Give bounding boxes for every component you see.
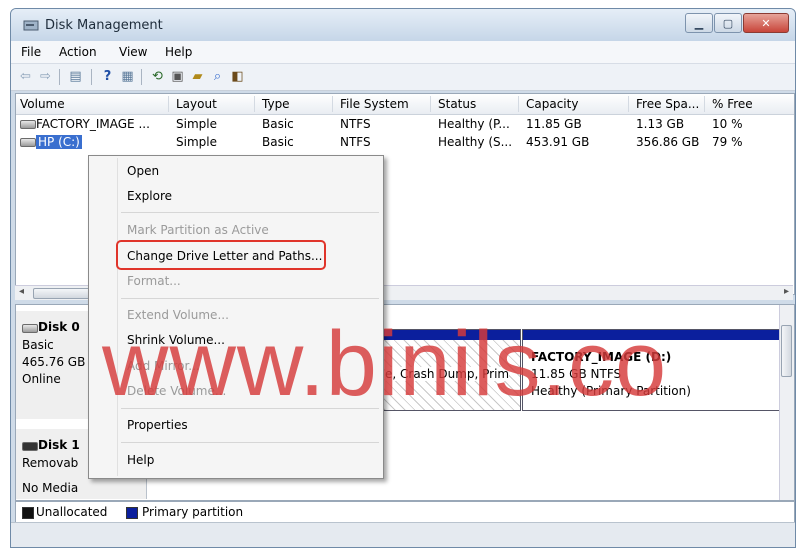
back-icon[interactable]: ⇦: [17, 68, 34, 85]
row-layout: Simple: [176, 117, 217, 131]
row-capacity: 11.85 GB: [526, 117, 582, 131]
context-explore[interactable]: Explore: [127, 189, 172, 203]
scroll-right-icon[interactable]: ▸: [784, 286, 789, 297]
row-file-system: NTFS: [340, 135, 371, 149]
context-mark-active[interactable]: Mark Partition as Active: [127, 223, 269, 237]
context-format[interactable]: Format...: [127, 274, 181, 288]
legend-swatch-primary: [126, 507, 138, 519]
disk0-state: Online: [22, 372, 61, 386]
row-layout: Simple: [176, 135, 217, 149]
row-percent-free: 79 %: [712, 135, 743, 149]
row-volume: FACTORY_IMAGE ...: [36, 117, 150, 131]
partition-d-size: 11.85 GB NTFS: [531, 367, 622, 381]
row-status: Healthy (S...: [438, 135, 513, 149]
disk1-type: Removab: [22, 456, 79, 470]
refresh-icon[interactable]: ⟲: [149, 68, 166, 85]
disk0-type: Basic: [22, 338, 54, 352]
legend-unallocated: Unallocated: [36, 505, 108, 519]
row-type: Basic: [262, 117, 294, 131]
context-open[interactable]: Open: [127, 164, 159, 178]
open-icon[interactable]: ▰: [189, 68, 206, 85]
column-layout[interactable]: Layout: [176, 97, 217, 111]
removable-disk-icon: [22, 442, 38, 451]
column-file-system[interactable]: File System: [340, 97, 409, 111]
title-bar[interactable]: Disk Management ▁ ▢ ✕: [11, 9, 795, 41]
menu-action[interactable]: Action: [59, 45, 97, 59]
volume-list-header: Volume Layout Type File System Status Ca…: [16, 94, 794, 115]
column-capacity[interactable]: Capacity: [526, 97, 578, 111]
disk-icon: [22, 324, 38, 333]
vertical-scroll-thumb[interactable]: [781, 325, 792, 377]
menu-bar: File Action View Help: [11, 41, 795, 64]
help-icon[interactable]: ?: [99, 68, 116, 85]
context-add-mirror[interactable]: Add Mirror...: [127, 359, 200, 373]
disk1-name: Disk 1: [38, 438, 80, 452]
disk-icon[interactable]: ◧: [229, 68, 246, 85]
rescan-icon[interactable]: ▣: [169, 68, 186, 85]
row-volume: HP (C:): [36, 135, 82, 149]
close-button[interactable]: ✕: [743, 13, 789, 33]
minimize-button[interactable]: ▁: [685, 13, 713, 33]
vertical-scrollbar[interactable]: [779, 305, 794, 500]
context-properties[interactable]: Properties: [127, 418, 188, 432]
context-extend-volume[interactable]: Extend Volume...: [127, 308, 229, 322]
disk1-state: No Media: [22, 481, 79, 495]
row-percent-free: 10 %: [712, 117, 743, 131]
column-free-space[interactable]: Free Spa...: [636, 97, 699, 111]
row-type: Basic: [262, 135, 294, 149]
status-bar: [11, 522, 795, 547]
menu-help[interactable]: Help: [165, 45, 192, 59]
context-help[interactable]: Help: [127, 453, 154, 467]
partition-d-status: Healthy (Primary Partition): [531, 384, 691, 398]
partition-c-detail: e, Crash Dump, Prim: [385, 367, 510, 381]
legend: Unallocated Primary partition: [15, 501, 795, 523]
column-status[interactable]: Status: [438, 97, 476, 111]
list-icon[interactable]: ▤: [67, 68, 84, 85]
disk-management-icon: [23, 20, 39, 31]
properties-icon[interactable]: ▦: [119, 68, 136, 85]
row-capacity: 453.91 GB: [526, 135, 590, 149]
explore-icon[interactable]: ⌕: [209, 68, 226, 85]
legend-swatch-unallocated: [22, 507, 34, 519]
context-delete-volume[interactable]: Delete Volume...: [127, 384, 226, 398]
context-shrink-volume[interactable]: Shrink Volume...: [127, 333, 225, 347]
drive-icon: [20, 120, 36, 129]
disk0-size: 465.76 GB: [22, 355, 86, 369]
partition-d[interactable]: FACTORY_IMAGE (D:) 11.85 GB NTFS Healthy…: [522, 329, 792, 411]
legend-primary: Primary partition: [142, 505, 244, 519]
row-free-space: 1.13 GB: [636, 117, 685, 131]
window-title: Disk Management: [45, 18, 163, 33]
partition-d-name: FACTORY_IMAGE (D:): [531, 350, 672, 364]
maximize-button[interactable]: ▢: [714, 13, 742, 33]
toolbar: ⇦ ⇨ ▤ ? ▦ ⟲ ▣ ▰ ⌕ ◧: [11, 64, 795, 91]
forward-icon[interactable]: ⇨: [37, 68, 54, 85]
row-file-system: NTFS: [340, 117, 371, 131]
drive-icon: [20, 138, 36, 147]
column-volume[interactable]: Volume: [20, 97, 65, 111]
row-status: Healthy (P...: [438, 117, 510, 131]
disk0-name: Disk 0: [38, 320, 80, 334]
scroll-left-icon[interactable]: ◂: [19, 286, 24, 297]
column-type[interactable]: Type: [262, 97, 290, 111]
row-free-space: 356.86 GB: [636, 135, 700, 149]
menu-view[interactable]: View: [119, 45, 147, 59]
context-menu: Open Explore Mark Partition as Active Ch…: [88, 155, 384, 479]
column-percent-free[interactable]: % Free: [712, 97, 753, 111]
menu-file[interactable]: File: [21, 45, 41, 59]
highlight-box: [116, 240, 326, 270]
